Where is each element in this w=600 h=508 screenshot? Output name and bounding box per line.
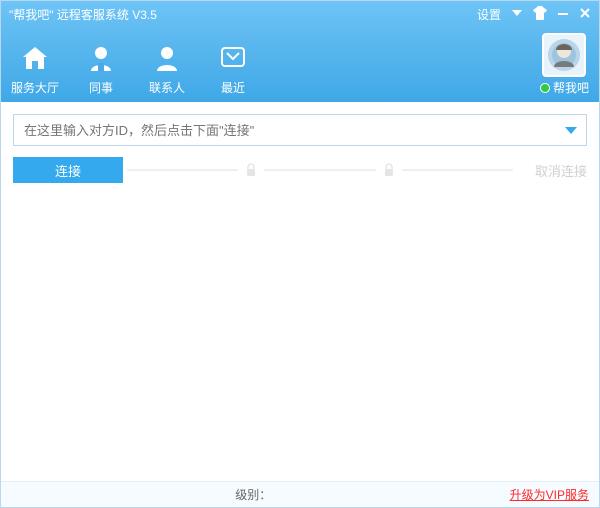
nav-label: 同事 xyxy=(89,79,113,96)
nav-contacts[interactable]: 联系人 xyxy=(143,42,191,96)
nav-label: 最近 xyxy=(221,79,245,96)
home-icon xyxy=(18,42,52,76)
id-input-row xyxy=(1,102,599,156)
nav-recent[interactable]: 最近 xyxy=(209,42,257,96)
remote-id-input[interactable] xyxy=(14,115,586,145)
app-title: "帮我吧" 远程客服系统 V3.5 xyxy=(9,6,477,23)
lock-icon xyxy=(380,161,398,179)
settings-link[interactable]: 设置 xyxy=(477,6,501,23)
lock-icon xyxy=(242,161,260,179)
nav-label: 服务大厅 xyxy=(11,79,59,96)
nav-colleague[interactable]: 同事 xyxy=(77,42,125,96)
close-button[interactable] xyxy=(579,7,591,22)
avatar[interactable] xyxy=(542,33,586,77)
navbar: 服务大厅 同事 联系人 xyxy=(1,27,599,102)
window-controls: 设置 xyxy=(477,6,591,23)
progress-segment xyxy=(264,169,375,171)
nav-label: 联系人 xyxy=(149,79,185,96)
footer: 级别： 升级为VIP服务 xyxy=(1,481,599,507)
app-window: "帮我吧" 远程客服系统 V3.5 设置 xyxy=(0,0,600,508)
history-dropdown-button[interactable] xyxy=(556,115,586,145)
cancel-connect-button: 取消连接 xyxy=(517,161,587,180)
status-indicator-icon xyxy=(540,83,550,93)
user-block: 帮我吧 xyxy=(540,33,589,96)
minimize-button[interactable] xyxy=(557,7,569,22)
progress-segment xyxy=(127,169,238,171)
body: 连接 取消连接 级别： 升级为VIP服务 xyxy=(1,102,599,507)
id-input-wrap xyxy=(13,114,587,146)
contact-icon xyxy=(150,42,184,76)
nav-service-hall[interactable]: 服务大厅 xyxy=(11,42,59,96)
dropdown-icon[interactable] xyxy=(511,7,523,22)
nav-tabs: 服务大厅 同事 联系人 xyxy=(11,42,257,96)
progress-segment xyxy=(402,169,513,171)
recent-icon xyxy=(216,42,250,76)
connect-button[interactable]: 连接 xyxy=(13,157,123,183)
user-name: 帮我吧 xyxy=(553,79,589,96)
action-row: 连接 取消连接 xyxy=(1,156,599,184)
upgrade-vip-link[interactable]: 升级为VIP服务 xyxy=(510,486,589,503)
level-label: 级别： xyxy=(235,486,271,503)
skin-icon[interactable] xyxy=(533,6,547,23)
user-name-row: 帮我吧 xyxy=(540,79,589,96)
titlebar: "帮我吧" 远程客服系统 V3.5 设置 xyxy=(1,1,599,27)
header: "帮我吧" 远程客服系统 V3.5 设置 xyxy=(1,1,599,102)
content-area xyxy=(1,184,599,481)
colleague-icon xyxy=(84,42,118,76)
